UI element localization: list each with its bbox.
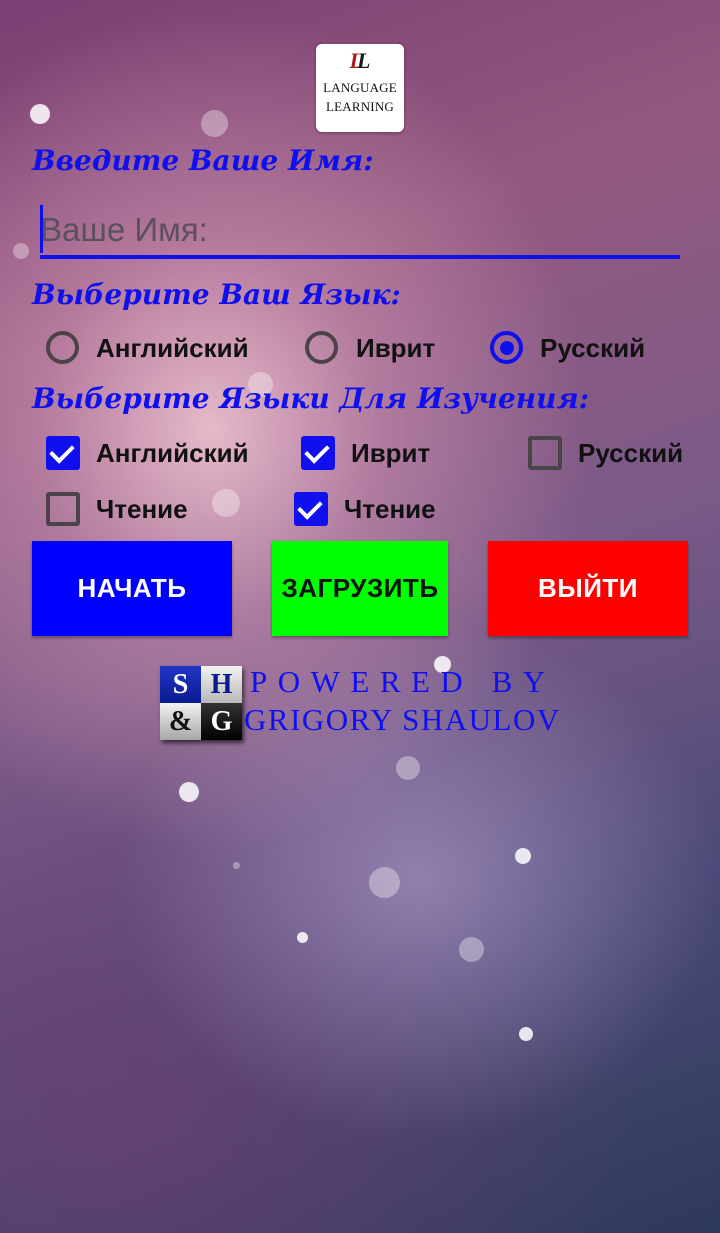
developer-logo-amp: & [160,703,201,740]
bokeh-dot [459,937,484,962]
developer-logo-h: H [201,666,242,703]
developer-logo-s: S [160,666,201,703]
checkbox-study-english-label[interactable]: Английский [96,438,249,469]
radio-russian-label[interactable]: Русский [540,333,645,364]
checkbox-study-english[interactable] [46,436,80,470]
load-button[interactable]: ЗАГРУЗИТЬ [272,541,448,636]
bokeh-dot [13,243,29,259]
bokeh-dot [30,104,50,124]
start-button[interactable]: НАЧАТЬ [32,541,232,636]
author-name: GRIGORY SHAULOV [244,702,561,737]
developer-logo-g: G [201,703,242,740]
bokeh-dot [519,1027,533,1041]
checkbox-study-russian[interactable] [528,436,562,470]
bokeh-dot [297,932,308,943]
radio-english[interactable] [46,331,79,364]
text-caret [40,205,43,253]
developer-logo: S H & G [160,666,242,740]
logo-text-learning: LEARNING [325,99,395,114]
name-section-label: Введите Ваше Имя: [32,144,374,177]
exit-button[interactable]: ВЫЙТИ [488,541,688,636]
bokeh-dot [369,867,400,898]
radio-english-label[interactable]: Английский [96,333,249,364]
bokeh-dot [396,756,420,780]
checkbox-reading-1[interactable] [46,492,80,526]
bokeh-dot [515,848,531,864]
checkbox-reading-1-label[interactable]: Чтение [96,494,188,525]
bokeh-dot [212,489,240,517]
checkbox-study-hebrew[interactable] [301,436,335,470]
radio-russian[interactable] [490,331,523,364]
checkbox-study-hebrew-label[interactable]: Иврит [351,438,430,469]
checkbox-study-russian-label[interactable]: Русский [578,438,683,469]
logo-mark: LL [349,48,371,73]
name-input[interactable] [40,205,680,259]
app-logo: LL LANGUAGE LEARNING [316,44,404,132]
language-section-label: Выберите Ваш Язык: [32,278,401,311]
radio-hebrew-label[interactable]: Иврит [356,333,435,364]
bokeh-dot [233,862,240,869]
logo-text-language: LANGUAGE [323,80,397,95]
study-section-label: Выберите Языки Для Изучения: [32,382,590,415]
radio-hebrew[interactable] [305,331,338,364]
bokeh-dot [201,110,228,137]
powered-by-text: POWERED BY [250,664,556,699]
bokeh-dot [179,782,199,802]
checkbox-reading-2-label[interactable]: Чтение [344,494,436,525]
checkbox-reading-2[interactable] [294,492,328,526]
